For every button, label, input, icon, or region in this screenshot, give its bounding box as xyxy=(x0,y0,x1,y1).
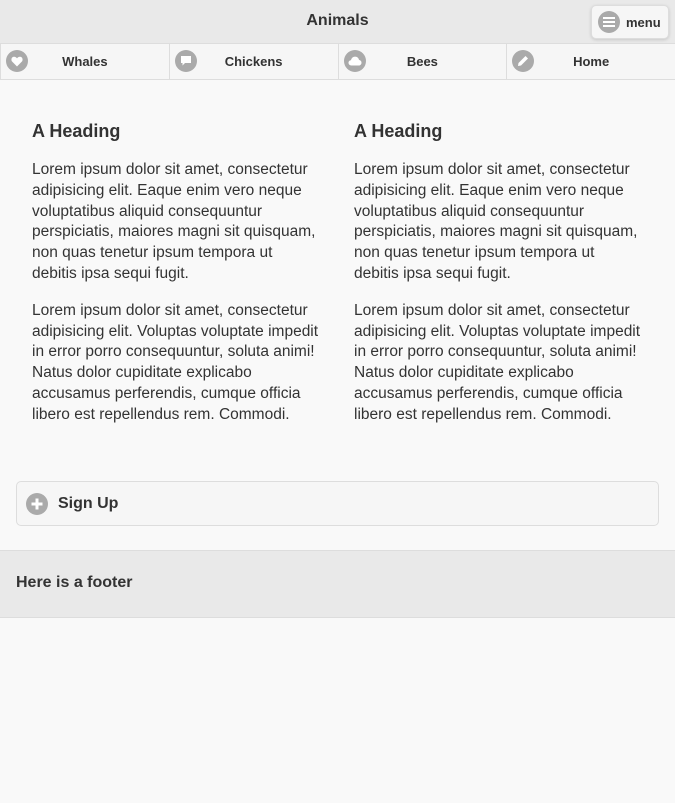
body-paragraph: Lorem ipsum dolor sit amet, consectetur … xyxy=(354,161,638,282)
nav-item-label: Bees xyxy=(406,54,438,69)
menu-button[interactable]: menu xyxy=(591,5,669,39)
header-toolbar: Animals menu xyxy=(0,0,675,44)
menu-button-label: menu xyxy=(626,14,661,30)
footer: Here is a footer xyxy=(0,550,675,618)
body-paragraph: Lorem ipsum dolor sit amet, consectetur … xyxy=(32,301,319,423)
page-title: Animals xyxy=(306,12,369,29)
section-heading: A Heading xyxy=(354,121,443,141)
footer-text: Here is a footer xyxy=(16,574,133,591)
heart-icon xyxy=(6,50,28,72)
nav-item-label: Chickens xyxy=(224,54,283,69)
comment-icon xyxy=(174,50,197,72)
edit-icon xyxy=(512,50,535,72)
main-content: A Heading Lorem ipsum dolor sit amet, co… xyxy=(32,120,642,442)
navbar: Whales Chickens Bees Home xyxy=(0,44,675,80)
nav-item-label: Whales xyxy=(62,54,108,69)
signup-label: Sign Up xyxy=(58,494,119,512)
content-column: A Heading Lorem ipsum dolor sit amet, co… xyxy=(32,120,320,442)
nav-item-whales[interactable]: Whales xyxy=(0,44,170,79)
plus-icon xyxy=(26,492,48,515)
section-heading: A Heading xyxy=(32,121,121,141)
nav-item-home[interactable]: Home xyxy=(507,44,675,79)
bars-icon xyxy=(598,11,620,33)
nav-item-chickens[interactable]: Chickens xyxy=(170,44,339,79)
content-column: A Heading Lorem ipsum dolor sit amet, co… xyxy=(354,120,642,442)
body-paragraph: Lorem ipsum dolor sit amet, consectetur … xyxy=(354,301,641,423)
nav-item-bees[interactable]: Bees xyxy=(339,44,508,79)
body-paragraph: Lorem ipsum dolor sit amet, consectetur … xyxy=(32,161,316,282)
signup-collapsible[interactable]: Sign Up xyxy=(16,481,659,526)
nav-item-label: Home xyxy=(573,54,610,69)
cloud-icon xyxy=(343,50,366,72)
